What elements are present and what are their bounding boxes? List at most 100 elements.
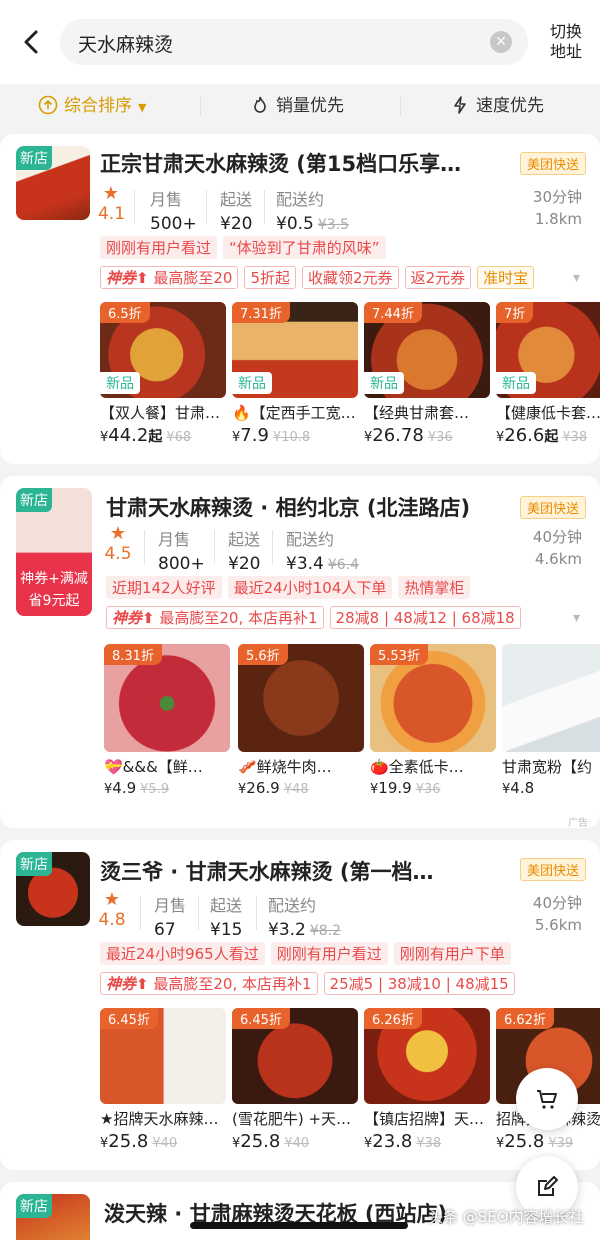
- sort-tab-label: 销量优先: [276, 96, 344, 116]
- time-value: 40分钟: [532, 894, 582, 912]
- dish-name: 【镇店招牌】天…: [364, 1110, 485, 1128]
- stat-value: ¥20: [220, 214, 253, 234]
- tag: 刚刚有用户看过: [270, 942, 388, 965]
- coupon-row[interactable]: 神券⬆ 最高膨至20, 本店再补1 28减8 | 48减12 | 68减18: [106, 606, 527, 629]
- stat-label: 配送约: [268, 896, 317, 915]
- divider: [140, 896, 141, 930]
- dish-item[interactable]: 6.45折 ★招牌天水麻辣… ¥25.8 ¥40: [100, 1008, 226, 1152]
- stat-label: 月售: [154, 896, 187, 915]
- dish-image: [502, 644, 600, 752]
- divider: [256, 896, 257, 930]
- price-suffix: 起: [544, 429, 559, 445]
- price-value: 4.9: [112, 779, 137, 797]
- dish-item[interactable]: 7折 新品 【健康低卡套… ¥26.6起 ¥38: [496, 302, 600, 446]
- sort-tab-speed[interactable]: 速度优先: [450, 92, 544, 120]
- discount-badge: 7折: [496, 302, 534, 323]
- price-value: 7.9: [240, 425, 269, 446]
- divider: [144, 530, 145, 564]
- boost-text: 最高膨至20, 本店再补1: [153, 975, 312, 993]
- coupon-row[interactable]: 神券⬆ 最高膨至20, 本店再补1 25减5 | 38减10 | 48减15: [100, 972, 521, 995]
- cart-button[interactable]: [516, 1068, 578, 1130]
- chevron-down-icon[interactable]: ▾: [573, 270, 580, 286]
- stat-label: 起送: [220, 190, 253, 209]
- stat-value: ¥0.5 ¥3.5: [276, 214, 349, 234]
- dish-name: 🥓鲜烧牛肉…: [238, 758, 332, 776]
- sort-tab-sales[interactable]: 销量优先: [250, 92, 344, 120]
- store-card[interactable]: 新店 烫三爷 · 甘肃天水麻辣烫 (第一档… 美团快送 ★ 4.8 月售 67 起送…: [0, 840, 600, 1170]
- coupon: 准时宝: [477, 266, 535, 289]
- price-value: 19.9: [378, 779, 412, 797]
- store-card[interactable]: 新店 神券+满减 省9元起 甘肃天水麻辣烫 · 相约北京 (北洼路店) 美团快送…: [0, 476, 600, 829]
- dish-price: ¥25.8 ¥39: [496, 1131, 574, 1152]
- coupon-row[interactable]: 神券⬆ 最高膨至20 5折起 收藏领2元券 返2元券 准时宝: [100, 266, 540, 289]
- rating-value: 4.1: [98, 204, 126, 224]
- cart-icon: [537, 1090, 557, 1109]
- new-store-badge: 新店: [16, 488, 52, 512]
- clear-search-icon[interactable]: ✕: [490, 31, 512, 53]
- new-dish-badge: 新品: [232, 372, 272, 394]
- shen-coupon: 神券⬆ 最高膨至20, 本店再补1: [106, 606, 324, 629]
- switch-address-button[interactable]: 切换 地址: [540, 22, 592, 62]
- stat-label: 月售: [150, 190, 183, 209]
- search-input[interactable]: 天水麻辣烫 ✕: [60, 19, 528, 65]
- tag: “体验到了甘肃的风味”: [223, 236, 386, 259]
- delivery-fee: 配送约 ¥0.5 ¥3.5: [276, 186, 349, 234]
- dish-item[interactable]: 7.44折 新品 【经典甘肃套… ¥26.78 ¥36: [364, 302, 490, 446]
- dish-price: ¥26.9 ¥48: [238, 779, 309, 797]
- dish-item[interactable]: 甘肃宽粉【约 ¥4.8: [502, 644, 600, 797]
- new-store-badge: 新店: [16, 1194, 52, 1218]
- price-value: 4.8: [510, 779, 535, 797]
- meituan-express-badge: 美团快送: [519, 858, 586, 881]
- divider: [272, 530, 273, 564]
- divider: [206, 190, 207, 224]
- time-value: 40分钟: [532, 528, 582, 546]
- stat-value: 500+: [150, 214, 197, 234]
- time-value: 30分钟: [532, 188, 582, 206]
- star-icon: ★: [103, 889, 121, 910]
- dish-item[interactable]: 6.26折 【镇店招牌】天… ¥23.8 ¥38: [364, 1008, 490, 1152]
- sort-bar: 综合排序 ▼ 销量优先 速度优先: [0, 84, 600, 128]
- stat-label: 起送: [228, 530, 261, 549]
- dish-item[interactable]: 8.31折 💝&&&【鲜… ¥4.9 ¥5.9: [104, 644, 230, 797]
- original-price: ¥36: [415, 782, 441, 797]
- dropdown-caret-icon: ▼: [138, 101, 147, 114]
- stat-value: ¥3.4 ¥6.4: [286, 554, 359, 574]
- shen-label: 神券: [106, 975, 137, 993]
- dish-item[interactable]: 5.6折 🥓鲜烧牛肉… ¥26.9 ¥48: [238, 644, 364, 797]
- discount-badge: 7.44折: [364, 302, 422, 323]
- delivery-fee: 配送约 ¥3.2 ¥8.2: [268, 892, 341, 940]
- dish-price: ¥26.78 ¥36: [364, 425, 453, 446]
- dish-name: 🔥【定西手工宽…: [232, 404, 356, 422]
- sort-tab-comprehensive[interactable]: 综合排序 ▼: [38, 92, 146, 120]
- stat-label: 起送: [210, 896, 243, 915]
- store-rating: ★ 4.8: [98, 889, 126, 931]
- dish-item[interactable]: 6.45折 (雪花肥牛) +天… ¥25.8 ¥40: [232, 1008, 358, 1152]
- dish-name: 【双人餐】甘肃…: [100, 404, 221, 422]
- shen-label: 神券: [112, 609, 143, 627]
- dish-item[interactable]: 6.5折 新品 【双人餐】甘肃… ¥44.2起 ¥68: [100, 302, 226, 446]
- dish-item[interactable]: 7.31折 新品 🔥【定西手工宽… ¥7.9 ¥10.8: [232, 302, 358, 446]
- divider: [214, 530, 215, 564]
- monthly-sales: 月售 500+: [150, 186, 197, 234]
- original-price: ¥5.9: [140, 782, 170, 797]
- dish-price: ¥4.8: [502, 779, 535, 797]
- dish-item[interactable]: 5.53折 🍅全素低卡… ¥19.9 ¥36: [370, 644, 496, 797]
- delivery-fee: 配送约 ¥3.4 ¥6.4: [286, 526, 359, 574]
- store-card[interactable]: 新店 正宗甘肃天水麻辣烫 (第15档口乐享… 美团快送 ★ 4.1 月售 500+ …: [0, 134, 600, 464]
- delivery-time: 30分钟 1.8km: [533, 186, 582, 230]
- distance-value: 4.6km: [534, 550, 582, 568]
- lightning-icon: [454, 96, 466, 114]
- fee-original: ¥8.2: [309, 923, 342, 939]
- dish-price: ¥7.9 ¥10.8: [232, 425, 311, 446]
- coupon: 返2元券: [404, 266, 472, 289]
- discount-badge: 6.26折: [364, 1008, 422, 1029]
- chevron-down-icon[interactable]: ▾: [573, 610, 580, 626]
- store-logo: 新店: [16, 146, 90, 220]
- sort-tab-label: 综合排序: [64, 96, 132, 116]
- monthly-sales: 月售 800+: [158, 526, 205, 574]
- original-price: ¥38: [416, 1136, 442, 1151]
- new-store-badge: 新店: [16, 146, 52, 170]
- store-rating: ★ 4.1: [98, 184, 126, 225]
- back-arrow-icon[interactable]: [18, 28, 46, 56]
- tag: 刚刚有用户下单: [393, 942, 511, 965]
